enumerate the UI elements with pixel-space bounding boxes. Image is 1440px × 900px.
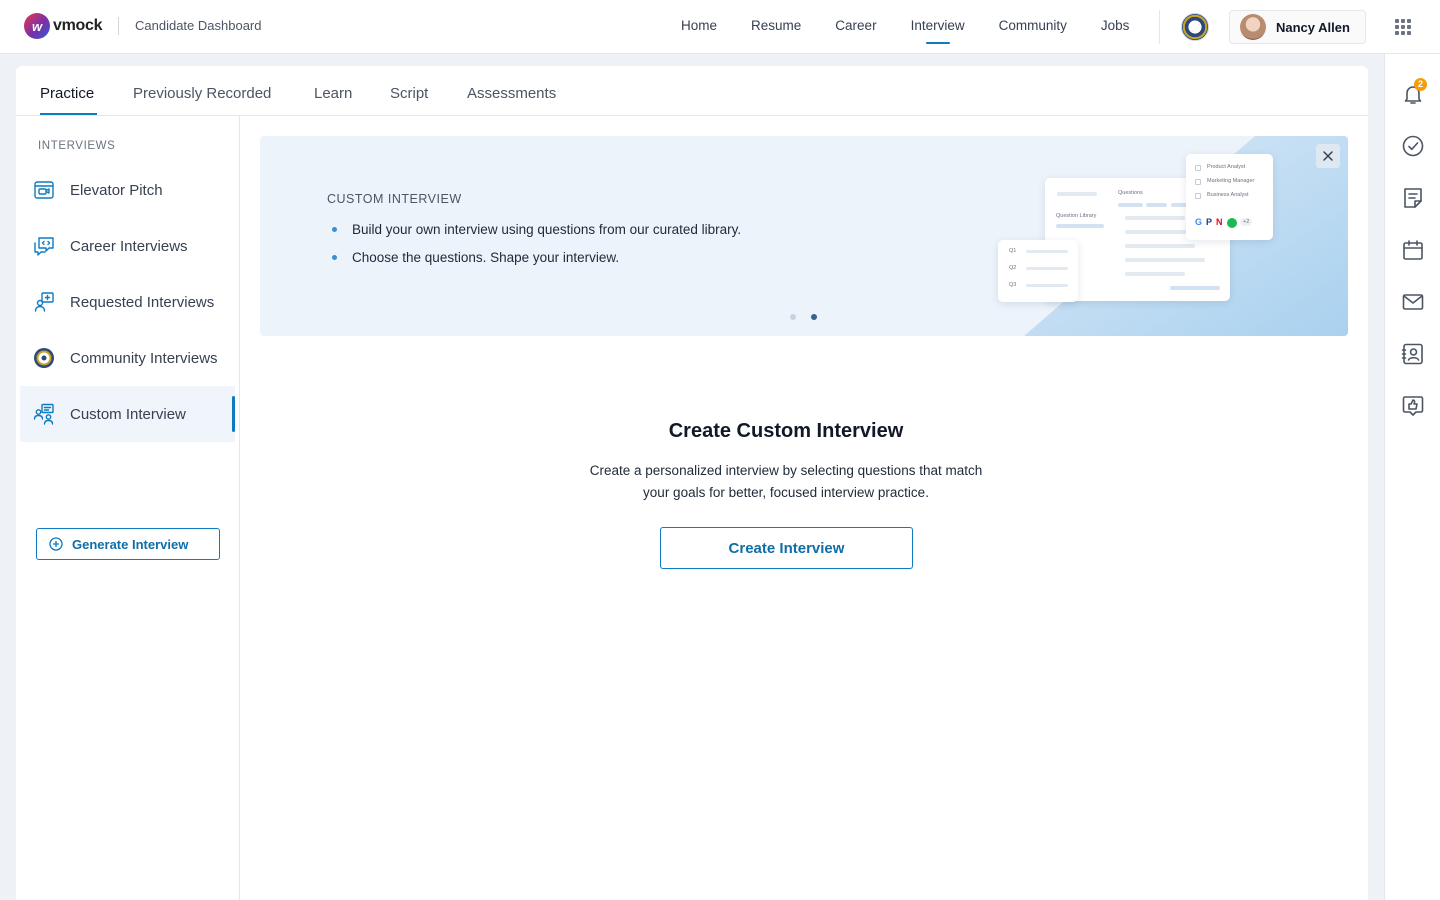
active-tab-indicator [40, 113, 97, 115]
vmock-logo[interactable]: w vmock [24, 13, 103, 39]
tab-previously-recorded[interactable]: Previously Recorded [133, 85, 271, 102]
sidebar-item-career-interviews[interactable]: Career Interviews [20, 218, 235, 274]
empty-state-title: Create Custom Interview [668, 420, 904, 442]
notification-badge: 2 [1414, 78, 1427, 91]
create-interview-button[interactable]: Create Interview [660, 527, 913, 569]
plus-circle-icon [49, 537, 63, 551]
calendar-icon[interactable] [1401, 238, 1425, 262]
carousel-dot-active[interactable] [811, 314, 817, 320]
check-circle-icon[interactable] [1401, 134, 1425, 158]
sidebar: INTERVIEWS Elevator Pitch Career Intervi… [16, 116, 240, 900]
spotify-logo-icon [1227, 218, 1237, 228]
contact-card-icon[interactable] [1401, 342, 1425, 366]
user-name: Nancy Allen [1276, 19, 1350, 35]
tab-script[interactable]: Script [390, 85, 428, 102]
question-list-mockup: Q1 Q2 Q3 [998, 240, 1078, 302]
person-add-icon [33, 291, 55, 313]
tab-learn[interactable]: Learn [314, 85, 352, 102]
generate-interview-button[interactable]: Generate Interview [36, 528, 220, 560]
sidebar-item-label: Custom Interview [70, 405, 186, 423]
nav-divider [1159, 10, 1160, 44]
vmock-logo-icon: w [24, 13, 50, 39]
tab-assessments[interactable]: Assessments [467, 85, 556, 102]
community-emblem-icon[interactable] [1181, 13, 1209, 41]
sidebar-item-label: Elevator Pitch [70, 181, 163, 199]
banner-bullet: Choose the questions. Shape your intervi… [332, 250, 619, 265]
google-logo-icon: G [1195, 217, 1203, 227]
mock-q2: Q2 [1009, 265, 1017, 271]
custom-interview-banner: CUSTOM INTERVIEW Build your own intervie… [260, 136, 1348, 336]
bullet-dot [332, 227, 337, 232]
bullet-text: Choose the questions. Shape your intervi… [352, 250, 620, 265]
user-menu[interactable]: Nancy Allen [1229, 10, 1366, 44]
main-card: Practice Previously Recorded Learn Scrip… [16, 66, 1368, 900]
nav-career[interactable]: Career [818, 0, 893, 54]
feedback-icon[interactable] [1401, 394, 1425, 418]
sidebar-item-label: Requested Interviews [70, 293, 215, 311]
custom-users-icon [33, 403, 55, 425]
header-divider [118, 17, 119, 35]
nav-home[interactable]: Home [664, 0, 734, 54]
mock-questions-label: Questions [1118, 190, 1143, 196]
chat-code-icon [33, 235, 55, 257]
sidebar-item-label: Career Interviews [70, 237, 188, 255]
mock-q1: Q1 [1009, 248, 1017, 254]
mock-role: Marketing Manager [1207, 178, 1255, 184]
mail-icon[interactable] [1401, 290, 1425, 314]
nav-jobs[interactable]: Jobs [1084, 0, 1147, 54]
mock-role: Business Analyst [1207, 192, 1249, 198]
mock-more-count: +2 [1240, 218, 1253, 226]
avatar [1240, 14, 1266, 40]
sidebar-heading: INTERVIEWS [38, 140, 116, 152]
sidebar-item-elevator-pitch[interactable]: Elevator Pitch [20, 162, 235, 218]
banner-bullet: Build your own interview using questions… [332, 222, 741, 237]
close-icon [1323, 151, 1333, 161]
generate-interview-label: Generate Interview [72, 536, 189, 552]
bullet-dot [332, 255, 337, 260]
tab-bar: Practice Previously Recorded Learn Scrip… [16, 66, 1368, 116]
logo-text: vmock [53, 17, 103, 34]
sidebar-item-requested-interviews[interactable]: Requested Interviews [20, 274, 235, 330]
carousel-dot[interactable] [790, 314, 796, 320]
mock-library-label: Question Library [1056, 213, 1097, 219]
mock-role: Product Analyst [1207, 164, 1246, 170]
nav-resume[interactable]: Resume [734, 0, 818, 54]
nav-community[interactable]: Community [982, 0, 1084, 54]
banner-kicker: CUSTOM INTERVIEW [327, 192, 462, 206]
empty-state-description: Create a personalized interview by selec… [589, 463, 983, 500]
video-icon [33, 179, 55, 201]
app-title: Candidate Dashboard [135, 18, 262, 33]
bell-icon[interactable]: 2 [1401, 78, 1427, 106]
right-rail: 2 [1384, 54, 1440, 900]
tab-practice[interactable]: Practice [40, 85, 94, 102]
sidebar-item-custom-interview[interactable]: Custom Interview [20, 386, 235, 442]
sidebar-item-community-interviews[interactable]: Community Interviews [20, 330, 235, 386]
mock-q3: Q3 [1009, 282, 1017, 288]
paypal-logo-icon: P [1206, 217, 1213, 227]
top-bar: w vmock Candidate Dashboard Home Resume … [0, 0, 1440, 54]
community-emblem-icon [33, 347, 55, 369]
main-nav: Home Resume Career Interview Community J… [664, 0, 1146, 54]
netflix-logo-icon: N [1216, 217, 1223, 227]
sidebar-item-label: Community Interviews [70, 349, 218, 367]
notes-icon[interactable] [1401, 186, 1425, 210]
roles-mockup: Product Analyst Marketing Manager Busine… [1186, 154, 1273, 240]
nav-interview[interactable]: Interview [894, 0, 982, 54]
apps-grid-icon[interactable] [1395, 19, 1411, 35]
bullet-text: Build your own interview using questions… [352, 222, 742, 237]
close-banner-button[interactable] [1316, 144, 1340, 168]
